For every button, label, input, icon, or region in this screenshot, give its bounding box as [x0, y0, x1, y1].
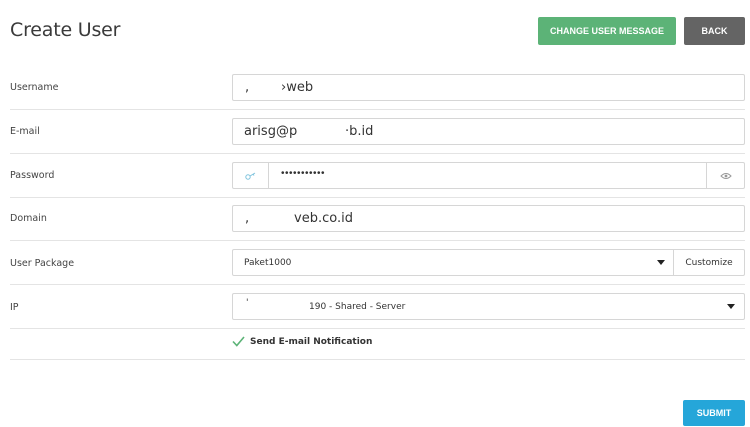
ip-value-prefix: ': [246, 298, 249, 308]
domain-value: veb.co.id: [294, 211, 353, 226]
package-select[interactable]: Paket1000 Customize: [232, 249, 745, 276]
change-user-message-button[interactable]: CHANGE USER MESSAGE: [538, 17, 676, 45]
chevron-down-icon: [657, 260, 665, 265]
password-field[interactable]: •••••••••••: [232, 162, 745, 189]
password-value: •••••••••••: [281, 168, 326, 179]
show-password-button[interactable]: [706, 163, 744, 188]
email-value: ·b.id: [345, 124, 374, 139]
send-notification-checkbox[interactable]: Send E-mail Notification: [232, 336, 372, 347]
notification-row: [10, 329, 745, 360]
package-value: Paket1000: [244, 258, 292, 268]
domain-row: Domain , veb.co.id: [10, 198, 745, 241]
back-button[interactable]: BACK: [684, 17, 745, 45]
ip-select[interactable]: ' 190 - Shared - Server: [232, 293, 745, 320]
domain-label: Domain: [10, 213, 47, 224]
key-icon: [244, 172, 255, 180]
ip-row: IP ' 190 - Shared - Server: [10, 285, 745, 329]
domain-field[interactable]: , veb.co.id: [232, 205, 745, 232]
ip-value: 190 - Shared - Server: [309, 302, 406, 312]
domain-value-prefix: ,: [245, 211, 250, 226]
customize-button[interactable]: Customize: [673, 250, 744, 275]
eye-icon: [719, 172, 732, 179]
email-field[interactable]: arisg@p ·b.id: [232, 118, 745, 145]
package-row: User Package Paket1000 Customize: [10, 241, 745, 285]
checkmark-icon: [232, 336, 245, 347]
password-row: Password •••••••••••: [10, 154, 745, 198]
username-value: ›web: [281, 80, 314, 95]
username-value-prefix: ,: [245, 80, 250, 95]
package-label: User Package: [10, 258, 75, 269]
send-notification-label: Send E-mail Notification: [250, 336, 373, 347]
email-value-prefix: arisg@p: [244, 124, 298, 139]
chevron-down-icon: [727, 304, 735, 309]
ip-label: IP: [10, 302, 19, 313]
username-row: Username , ›web: [10, 62, 745, 110]
email-label: E-mail: [10, 126, 40, 137]
page-header: Create User CHANGE USER MESSAGE BACK: [0, 0, 750, 62]
username-field[interactable]: , ›web: [232, 74, 745, 101]
page-title: Create User: [10, 19, 121, 41]
username-label: Username: [10, 82, 59, 93]
password-label: Password: [10, 170, 55, 181]
submit-button[interactable]: SUBMIT: [683, 400, 745, 426]
email-row: E-mail arisg@p ·b.id: [10, 110, 745, 154]
generate-password-button[interactable]: [233, 163, 269, 188]
